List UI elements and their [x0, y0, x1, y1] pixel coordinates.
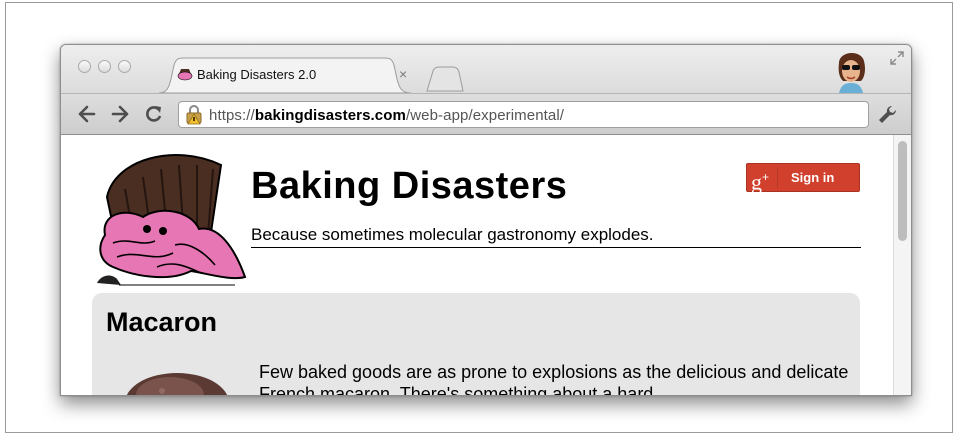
lock-warning-icon[interactable]	[184, 105, 204, 130]
gplus-letter: g	[751, 169, 762, 195]
url-host: bakingdisasters.com	[254, 107, 406, 124]
wrench-icon[interactable]	[877, 104, 899, 131]
scrollbar-thumb[interactable]	[898, 141, 907, 241]
zoom-window-button[interactable]	[118, 60, 131, 73]
title-bar: Baking Disasters 2.0 ×	[61, 45, 911, 93]
google-plus-signin-button[interactable]: g+ Sign in	[746, 163, 860, 195]
tab-close-icon[interactable]: ×	[399, 66, 407, 82]
web-page: Baking Disasters Because sometimes molec…	[61, 135, 911, 395]
vertical-scrollbar[interactable]	[893, 135, 911, 395]
url-scheme: https://	[209, 107, 255, 124]
article-card: Macaron Few baked goods are as prone to …	[92, 293, 860, 395]
reload-icon[interactable]	[144, 104, 164, 124]
profile-avatar-icon[interactable]	[831, 47, 871, 93]
signin-label: Sign in	[791, 170, 835, 185]
url-path: /web-app/experimental/	[405, 107, 565, 124]
gplus-plus: +	[762, 170, 770, 184]
signin-separator	[777, 167, 778, 188]
back-arrow-icon[interactable]	[77, 104, 97, 124]
cupcake-logo-image	[95, 149, 255, 294]
header-divider	[251, 247, 861, 248]
article-title: Macaron	[106, 307, 218, 337]
macaron-image	[122, 363, 232, 395]
address-bar[interactable]: https://bakingdisasters.com/web-app/expe…	[178, 101, 869, 128]
fullscreen-icon[interactable]	[889, 50, 905, 71]
browser-window: Baking Disasters 2.0 × https://bakingdis…	[60, 44, 912, 396]
browser-tab[interactable]: Baking Disasters 2.0 ×	[159, 57, 419, 93]
google-plus-icon: g+	[751, 164, 769, 195]
site-title: Baking Disasters	[251, 165, 568, 207]
close-window-button[interactable]	[78, 60, 91, 73]
browser-toolbar: https://bakingdisasters.com/web-app/expe…	[61, 93, 911, 135]
tab-title: Baking Disasters 2.0	[197, 67, 317, 82]
url-text: https://bakingdisasters.com/web-app/expe…	[209, 107, 564, 124]
site-tagline: Because sometimes molecular gastronomy e…	[251, 225, 654, 244]
article-text: Few baked goods are as prone to explosio…	[259, 362, 849, 395]
minimize-window-button[interactable]	[98, 60, 111, 73]
forward-arrow-icon[interactable]	[110, 104, 130, 124]
